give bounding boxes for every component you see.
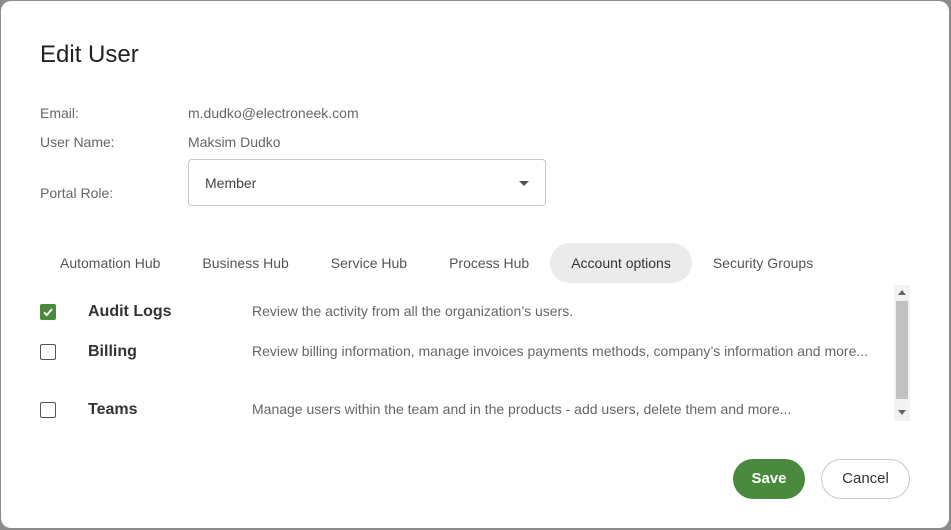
teams-checkbox[interactable] xyxy=(40,402,56,418)
tab-automation-hub[interactable]: Automation Hub xyxy=(39,243,181,283)
username-label: User Name: xyxy=(40,134,115,150)
permission-description: Review the activity from all the organiz… xyxy=(252,303,574,319)
tab-security-groups[interactable]: Security Groups xyxy=(692,243,834,283)
permission-name: Billing xyxy=(88,343,137,360)
scrollbar-thumb[interactable] xyxy=(896,301,908,399)
dialog-title: Edit User xyxy=(40,41,139,68)
email-label: Email: xyxy=(40,105,79,121)
permission-description: Review billing information, manage invoi… xyxy=(252,343,869,359)
permission-name: Teams xyxy=(88,401,138,418)
permission-name: Audit Logs xyxy=(88,303,172,320)
tab-business-hub[interactable]: Business Hub xyxy=(181,243,309,283)
username-value: Maksim Dudko xyxy=(188,134,281,150)
tab-process-hub[interactable]: Process Hub xyxy=(428,243,550,283)
permission-description: Manage users within the team and in the … xyxy=(252,401,792,417)
email-value: m.dudko@electroneek.com xyxy=(188,105,359,121)
billing-checkbox[interactable] xyxy=(40,344,56,360)
tab-account-options[interactable]: Account options xyxy=(550,243,692,283)
permission-tabs: Automation Hub Business Hub Service Hub … xyxy=(39,243,834,283)
scroll-up-arrow-icon[interactable] xyxy=(898,290,906,295)
save-button[interactable]: Save xyxy=(733,459,805,499)
cancel-button[interactable]: Cancel xyxy=(821,459,910,499)
edit-user-dialog: Edit User Email: m.dudko@electroneek.com… xyxy=(1,1,949,528)
permissions-list: Audit Logs Review the activity from all … xyxy=(39,285,889,421)
portal-role-selected-value: Member xyxy=(205,175,257,191)
scroll-down-arrow-icon[interactable] xyxy=(898,410,906,415)
permissions-scrollbar[interactable] xyxy=(894,285,910,421)
portal-role-label: Portal Role: xyxy=(40,185,114,201)
chevron-down-icon xyxy=(519,181,529,186)
audit-logs-checkbox[interactable] xyxy=(40,304,56,320)
tab-service-hub[interactable]: Service Hub xyxy=(310,243,428,283)
checkmark-icon xyxy=(43,308,53,317)
portal-role-select[interactable]: Member xyxy=(188,159,546,206)
